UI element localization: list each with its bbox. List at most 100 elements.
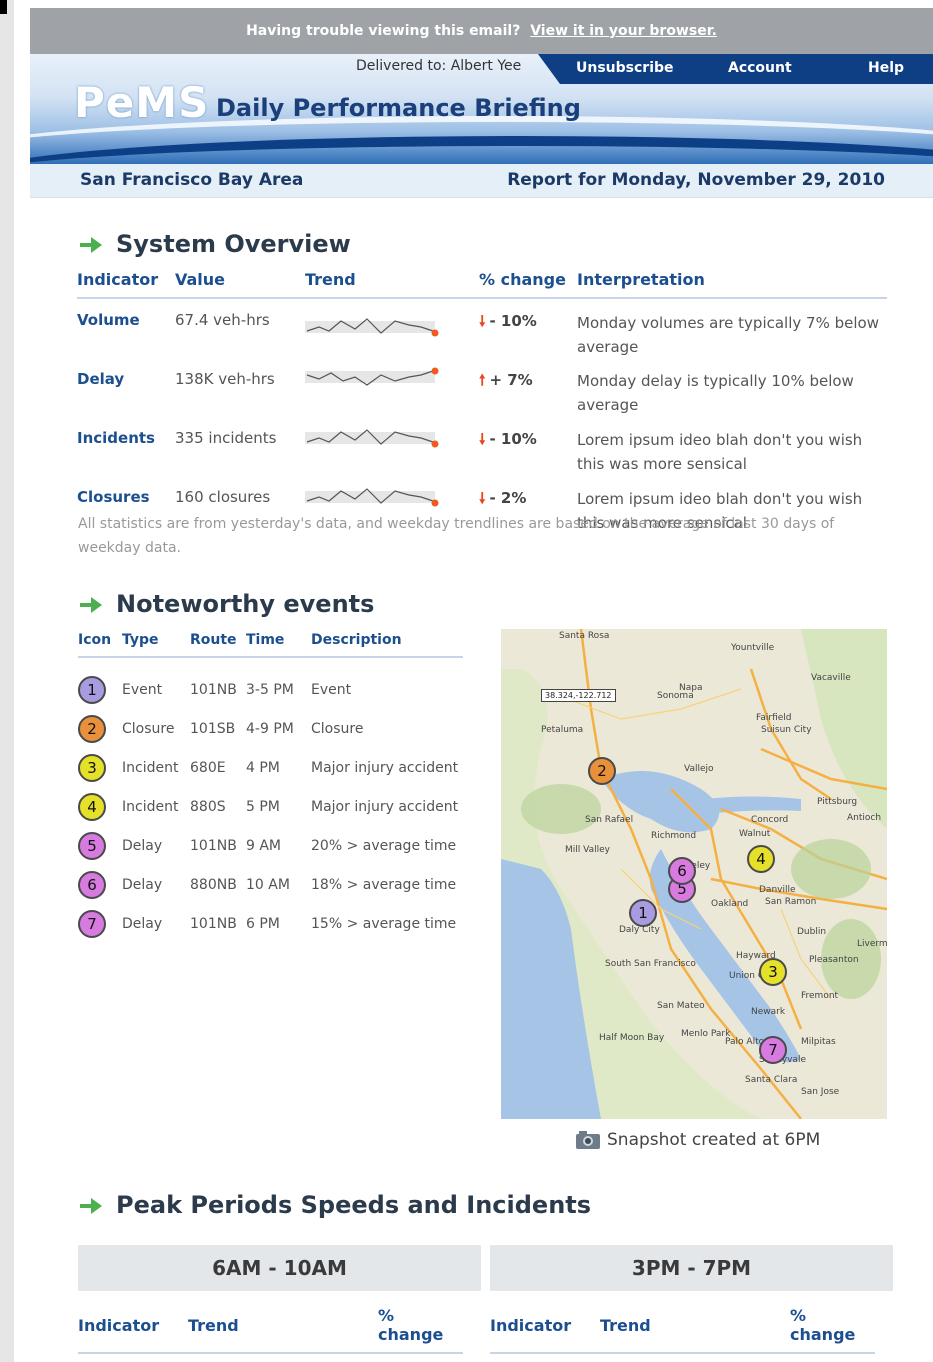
event-description: Major injury accident xyxy=(311,798,459,815)
event-type: Event xyxy=(122,681,163,698)
col-header: Trend xyxy=(305,268,479,299)
indicator-name: Volume xyxy=(77,311,140,329)
event-row: 2 Closure 101SB 4-9 PM Closure xyxy=(78,709,463,748)
event-time: 4 PM xyxy=(246,759,280,776)
view-in-browser-link[interactable]: View it in your browser. xyxy=(530,23,717,39)
col-header: % change xyxy=(378,1306,463,1354)
event-row: 4 Incident 880S 5 PM Major injury accident xyxy=(78,787,463,826)
map-place-label: Vallejo xyxy=(684,764,714,774)
event-type: Delay xyxy=(122,876,163,893)
map-place-label: San Jose xyxy=(801,1087,840,1097)
map-pin-icon[interactable]: 2 xyxy=(588,757,616,785)
indicator-value: 335 incidents xyxy=(175,429,277,447)
event-marker-icon: 2 xyxy=(78,714,106,743)
change-value: - 10% xyxy=(489,312,537,330)
map-place-label: Danville xyxy=(759,885,796,895)
map-pin-icon[interactable]: 3 xyxy=(759,958,787,986)
evening-peak-table: Indicator Trend % change xyxy=(490,1306,875,1354)
col-header: % change xyxy=(790,1306,875,1354)
interpretation: Monday volumes are typically 7% below av… xyxy=(577,314,879,356)
col-header: Indicator xyxy=(77,268,175,299)
event-map[interactable]: 38.324,-122.712 Santa Rosa Napa Petaluma Va… xyxy=(501,629,887,1119)
map-place-label: Santa Clara xyxy=(745,1075,798,1085)
event-type: Closure xyxy=(122,720,175,737)
event-route: 101SB xyxy=(190,720,236,737)
event-marker-icon: 6 xyxy=(78,870,106,899)
event-time: 4-9 PM xyxy=(246,720,294,737)
event-description: 18% > average time xyxy=(311,876,457,893)
browser-notice-bar: Having trouble viewing this email? View … xyxy=(30,8,933,54)
trend-sparkline-icon xyxy=(305,488,439,507)
sparkline xyxy=(305,418,479,477)
event-icon-cell: 7 xyxy=(78,904,122,943)
map-place-label: Half Moon Bay xyxy=(599,1033,665,1043)
morning-period-header: 6AM - 10AM xyxy=(78,1245,481,1291)
col-header: Route xyxy=(190,630,246,658)
map-place-label: South San Francisco xyxy=(605,959,696,969)
event-icon-cell: 1 xyxy=(78,657,122,709)
map-place-label: Oakland xyxy=(711,899,749,909)
col-header: Indicator xyxy=(78,1306,188,1354)
map-place-label: Vacaville xyxy=(811,673,851,683)
event-row: 7 Delay 101NB 6 PM 15% > average time xyxy=(78,904,463,943)
event-time: 10 AM xyxy=(246,876,290,893)
map-place-label: Mill Valley xyxy=(565,845,610,855)
event-icon-cell: 4 xyxy=(78,787,122,826)
col-header: Icon xyxy=(78,630,122,658)
map-pin-icon[interactable]: 1 xyxy=(629,899,657,927)
map-place-label: Santa Rosa xyxy=(559,631,610,641)
browser-notice-text: Having trouble viewing this email? xyxy=(246,23,521,39)
help-link[interactable]: Help xyxy=(868,60,904,76)
event-route: 101NB xyxy=(190,837,237,854)
map-pin-icon[interactable]: 4 xyxy=(747,845,775,873)
map-place-label: Richmond xyxy=(651,831,697,841)
map-place-label: Fremont xyxy=(801,991,839,1001)
statistics-note: All statistics are from yesterday's data… xyxy=(78,516,835,556)
event-time: 6 PM xyxy=(246,915,280,932)
map-place-label: Pleasanton xyxy=(809,955,859,965)
unsubscribe-link[interactable]: Unsubscribe xyxy=(576,60,674,76)
map-place-label: Fairfield xyxy=(756,713,792,723)
event-route: 880NB xyxy=(190,876,237,893)
event-marker-icon: 4 xyxy=(78,792,106,821)
map-place-label: Pittsburg xyxy=(817,797,858,807)
section-title: Peak Periods Speeds and Incidents xyxy=(116,1191,592,1219)
pems-logo: PeMS xyxy=(74,78,210,127)
indicator-value: 67.4 veh-hrs xyxy=(175,311,270,329)
event-icon-cell: 5 xyxy=(78,826,122,865)
event-marker-icon: 5 xyxy=(78,831,106,860)
camera-icon xyxy=(576,1131,600,1149)
event-description: 20% > average time xyxy=(311,837,457,854)
snapshot-text: Snapshot created at 6PM xyxy=(607,1130,821,1150)
event-type: Delay xyxy=(122,915,163,932)
map-pin-icon[interactable]: 7 xyxy=(759,1036,787,1064)
account-link[interactable]: Account xyxy=(728,60,792,76)
system-overview-table: Indicator Value Trend % change Interpret… xyxy=(77,268,887,536)
percent-change: 🠕 + 7% xyxy=(479,359,577,418)
green-arrow-icon xyxy=(80,597,102,613)
interpretation: Monday delay is typically 10% below aver… xyxy=(577,372,854,414)
sparkline xyxy=(305,298,479,359)
map-place-label: Antioch xyxy=(847,813,882,823)
evening-period-header: 3PM - 7PM xyxy=(490,1245,893,1291)
col-header: Trend xyxy=(188,1306,378,1354)
event-row: 1 Event 101NB 3-5 PM Event xyxy=(78,657,463,709)
page-title: Daily Performance Briefing xyxy=(216,94,581,122)
map-place-label: Dublin xyxy=(797,927,827,937)
delivered-label: Delivered to: xyxy=(356,58,447,74)
map-place-label: Concord xyxy=(751,815,789,825)
event-icon-cell: 2 xyxy=(78,709,122,748)
event-row: 5 Delay 101NB 9 AM 20% > average time xyxy=(78,826,463,865)
event-description: Closure xyxy=(311,720,364,737)
delivered-to: Delivered to: Albert Yee xyxy=(356,58,521,74)
map-place-label: Yountville xyxy=(731,643,775,653)
map-place-label: Suisun City xyxy=(761,725,812,735)
event-route: 680E xyxy=(190,759,226,776)
map-pin-icon[interactable]: 6 xyxy=(668,857,696,885)
event-icon-cell: 6 xyxy=(78,865,122,904)
col-header: Description xyxy=(311,630,463,658)
col-header: Trend xyxy=(600,1306,790,1354)
green-arrow-icon xyxy=(80,1198,102,1214)
trend-sparkline-icon xyxy=(305,429,439,448)
map-place-label: Milpitas xyxy=(801,1037,836,1047)
